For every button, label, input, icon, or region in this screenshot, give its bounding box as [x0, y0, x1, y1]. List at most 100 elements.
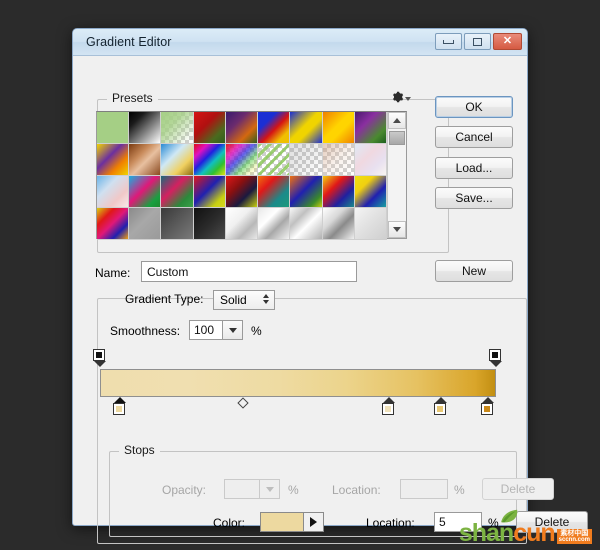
preset-swatch-purple-green[interactable]	[354, 112, 387, 144]
opacity-input[interactable]	[224, 479, 260, 499]
preset-swatch-orange-yellow-orange[interactable]	[322, 112, 355, 144]
opacity-unit: %	[288, 483, 299, 497]
scroll-down-button[interactable]	[388, 221, 406, 238]
preset-swatch-chrome[interactable]	[290, 208, 323, 240]
opacity-stop-left[interactable]	[93, 349, 107, 369]
preset-swatch-fill	[354, 112, 386, 143]
chevron-down-icon	[405, 97, 411, 101]
restore-button[interactable]	[464, 33, 491, 50]
color-label: Color:	[213, 516, 246, 530]
smoothness-dropdown-button[interactable]	[223, 320, 243, 340]
color-stop-4[interactable]	[481, 397, 495, 419]
scroll-up-button[interactable]	[388, 112, 406, 129]
preset-swatch-transparent-rainbow[interactable]	[225, 144, 259, 176]
stops-group: Opacity: % Location: % Delete Color: Loc…	[109, 451, 588, 537]
watermark-badge: 素材中国 sccnn.com	[556, 529, 592, 544]
opacity-location-label: Location:	[332, 483, 381, 497]
preset-swatch-yellow-red-teal[interactable]	[322, 176, 355, 208]
preset-swatch-teal-red-green[interactable]	[161, 176, 194, 208]
gear-icon[interactable]	[390, 89, 412, 105]
preset-swatch-yellow-purple-orange[interactable]	[97, 144, 130, 176]
name-label: Name:	[95, 266, 131, 280]
color-picker-button[interactable]	[304, 512, 324, 532]
scrollbar-thumb[interactable]	[389, 131, 405, 145]
preset-swatch-orange-teal-red[interactable]	[258, 176, 291, 208]
opacity-stop-tip	[94, 361, 106, 367]
preset-swatch-blue-white-gold[interactable]	[161, 144, 194, 176]
preset-swatch-yellow-blue-teal[interactable]	[354, 176, 387, 208]
opacity-dropdown-button[interactable]	[260, 479, 280, 499]
preset-swatch-copper[interactable]	[129, 144, 162, 176]
preset-swatch-violet-orange[interactable]	[225, 112, 259, 144]
preset-swatch-orange-blue-green[interactable]	[290, 176, 323, 208]
restore-icon	[473, 37, 482, 46]
spinner-icon	[263, 294, 269, 304]
gradient-type-value: Solid	[220, 293, 247, 307]
preset-swatch-red-to-green[interactable]	[193, 112, 226, 144]
new-button[interactable]: New	[435, 260, 513, 282]
gear-glyph	[392, 91, 404, 103]
gradient-name-input[interactable]	[141, 261, 357, 282]
preset-swatch-blue-pink-pastel[interactable]	[97, 176, 130, 208]
preset-swatch-red-dark-yellow[interactable]	[225, 176, 259, 208]
color-stop-1[interactable]	[112, 397, 127, 419]
watermark-part2: cun	[513, 519, 555, 547]
load-button[interactable]: Load...	[435, 157, 513, 179]
color-stop-box	[481, 403, 494, 415]
preset-swatch-blue-red-yellow[interactable]	[258, 112, 291, 144]
minimize-button[interactable]	[435, 33, 462, 50]
close-button[interactable]: ✕	[493, 33, 522, 50]
gradient-preview-bar[interactable]	[100, 369, 496, 397]
chevron-down-icon	[265, 486, 274, 492]
presets-scrollbar[interactable]	[387, 112, 406, 238]
preset-swatch-pale-peach-transparent[interactable]	[322, 144, 355, 176]
scroll-up-icon	[393, 118, 401, 123]
preset-swatch-fill	[225, 176, 258, 207]
preset-swatch-white-steel[interactable]	[225, 208, 259, 240]
color-stop-3[interactable]	[433, 397, 448, 419]
cancel-button[interactable]: Cancel	[435, 126, 513, 148]
color-stop-2[interactable]	[382, 397, 396, 419]
opacity-stop-right[interactable]	[489, 349, 503, 369]
close-icon: ✕	[502, 35, 513, 47]
window-controls: ✕	[435, 33, 522, 50]
preset-swatch-fill	[322, 208, 354, 239]
preset-swatch-fill	[290, 112, 322, 143]
watermark: shan cun 素材中国 sccnn.com	[459, 509, 592, 547]
opacity-location-input[interactable]	[400, 479, 448, 499]
preset-swatch-silver-sheen[interactable]	[258, 208, 291, 240]
scroll-down-icon	[393, 227, 401, 232]
preset-swatch-cyan-magenta-green[interactable]	[129, 176, 162, 208]
preset-swatch-fill	[322, 112, 354, 143]
opacity-delete-button[interactable]: Delete	[482, 478, 554, 500]
opacity-stop-box	[93, 349, 105, 361]
preset-swatch-fill	[354, 176, 386, 207]
color-swatch[interactable]	[260, 512, 304, 532]
gradient-type-select[interactable]: Solid	[213, 290, 275, 310]
preset-swatch-black-dark-gray[interactable]	[193, 208, 226, 240]
save-button[interactable]: Save...	[435, 187, 513, 209]
preset-swatch-steel-bright[interactable]	[322, 208, 355, 240]
preset-swatch-green-to-transparent[interactable]	[161, 112, 194, 144]
preset-swatch-fill	[258, 144, 290, 175]
preset-swatch-black-to-white[interactable]	[129, 112, 162, 144]
preset-swatch-light-green-solid[interactable]	[97, 112, 130, 144]
preset-swatch-green-diagonal-stripes[interactable]	[258, 144, 291, 176]
preset-swatch-gray-dark[interactable]	[161, 208, 194, 240]
preset-swatch-spectrum[interactable]	[193, 144, 226, 176]
preset-swatch-pastel-blue-pink[interactable]	[354, 144, 387, 176]
preset-swatch-grid	[97, 112, 387, 240]
preset-swatch-gray-soft[interactable]	[129, 208, 162, 240]
gradient-type-label: Gradient Type:	[125, 292, 204, 306]
smoothness-input[interactable]	[189, 320, 223, 340]
preset-swatch-blue-yellow-blue[interactable]	[290, 112, 323, 144]
preset-swatch-light-silver[interactable]	[354, 208, 387, 240]
preset-swatch-transparent-checker[interactable]	[290, 144, 323, 176]
ok-button[interactable]: OK	[435, 96, 513, 118]
preset-swatch-fill	[129, 208, 161, 239]
presets-panel[interactable]	[96, 111, 407, 240]
title-bar[interactable]: Gradient Editor ✕	[73, 29, 527, 56]
preset-swatch-fill	[225, 208, 258, 239]
preset-swatch-rainbow-diagonal[interactable]	[97, 208, 130, 240]
preset-swatch-red-blue-yellow[interactable]	[193, 176, 226, 208]
